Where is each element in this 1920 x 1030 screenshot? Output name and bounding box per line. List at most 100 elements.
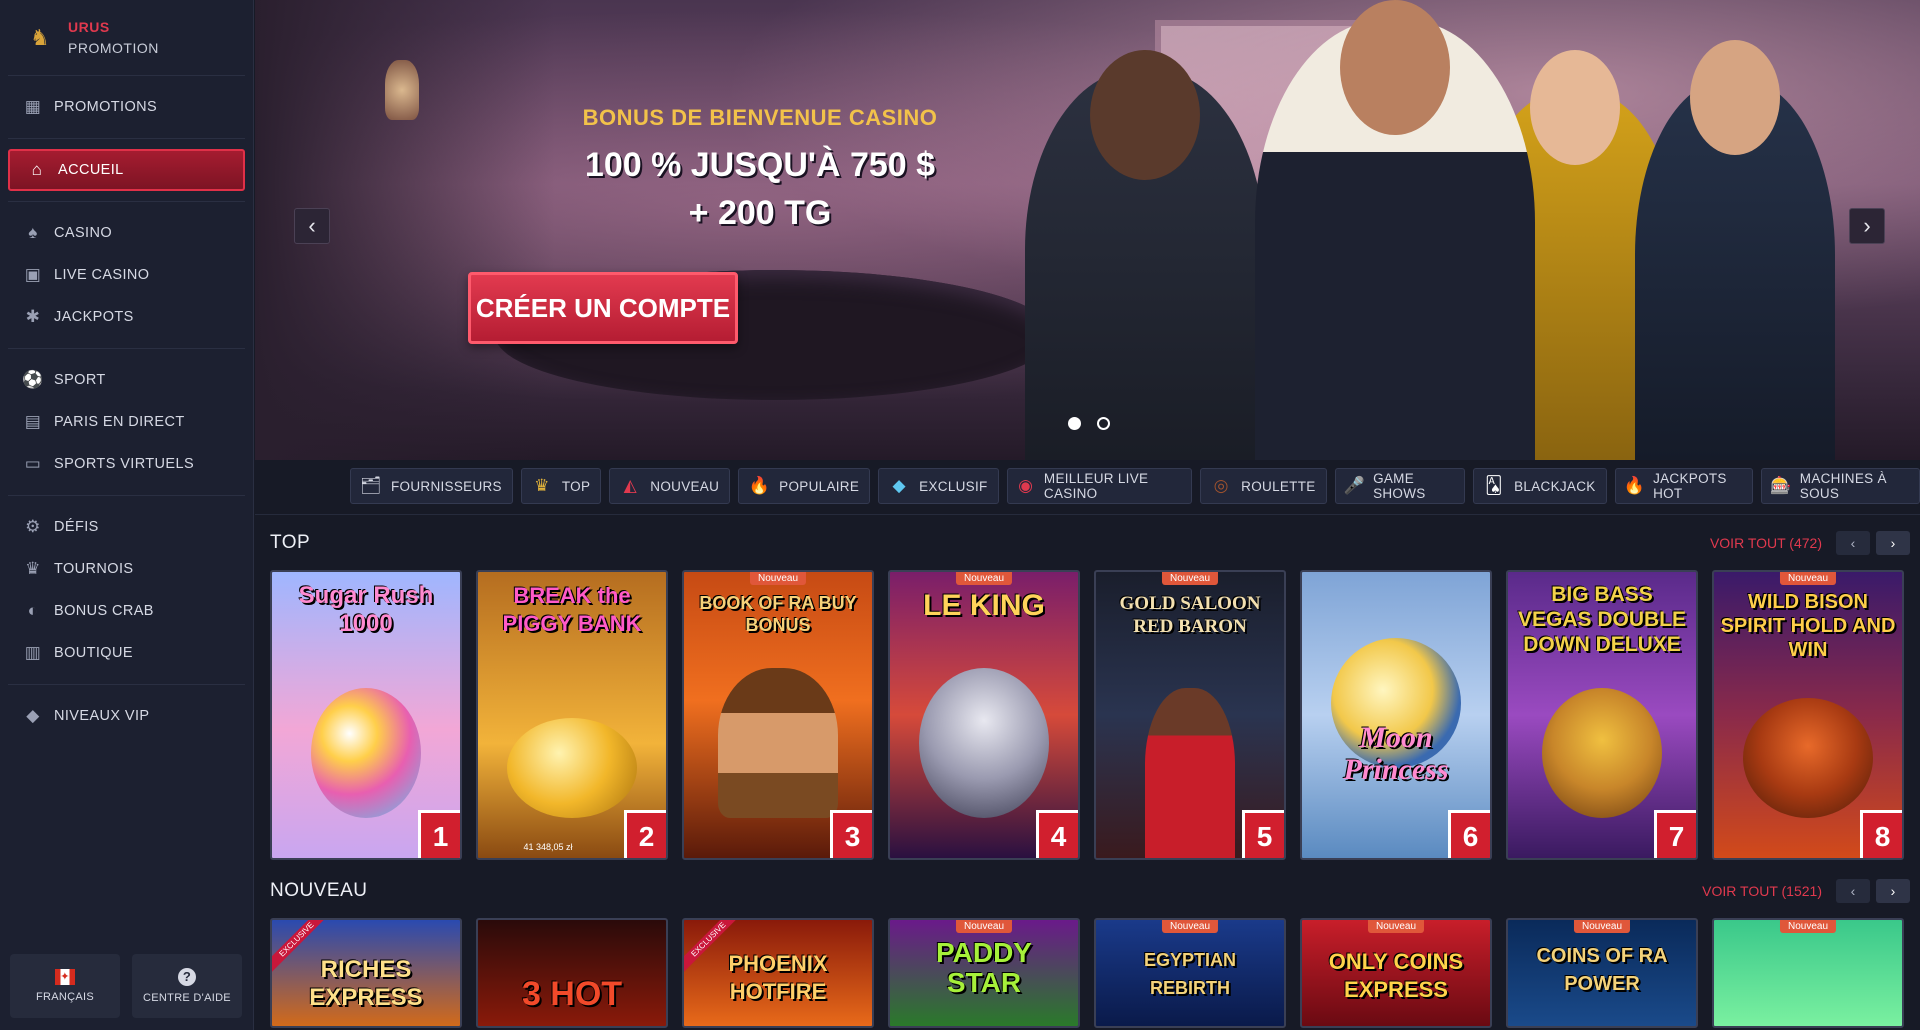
- game-tile[interactable]: Moon Princess 6: [1300, 570, 1492, 860]
- hero-next-button[interactable]: ›: [1849, 208, 1885, 244]
- category-blackjack[interactable]: 🂡 BLACKJACK: [1473, 468, 1607, 504]
- category-exclusif[interactable]: ◆ EXCLUSIF: [878, 468, 999, 504]
- divider: [8, 201, 245, 202]
- trophy-icon: ♛: [25, 559, 41, 578]
- sidebar-item-jackpots[interactable]: ✱ JACKPOTS: [0, 296, 253, 338]
- hero-subtitle: BONUS DE BIENVENUE CASINO: [582, 105, 938, 130]
- hero-title: 100 % JUSQU'À 750 $ + 200 TG: [584, 146, 936, 232]
- hero-text: BONUS DE BIENVENUE CASINO 100 % JUSQU'À …: [575, 105, 945, 237]
- hero-prev-button[interactable]: ‹: [294, 208, 330, 244]
- sidebar-item-sports-virtuels[interactable]: ▭ SPORTS VIRTUELS: [0, 443, 253, 485]
- category-label: ROULETTE: [1241, 478, 1316, 494]
- sidebar-item-accueil[interactable]: ⌂ ACCUEIL: [8, 149, 245, 191]
- game-tile[interactable]: Nouveau PADDY STAR: [888, 918, 1080, 1028]
- game-tile[interactable]: EXCLUSIVE RICHES EXPRESS: [270, 918, 462, 1028]
- game-tile[interactable]: Sugar Rush 1000 1: [270, 570, 462, 860]
- game-tile[interactable]: Nouveau EGYPTIAN REBIRTH: [1094, 918, 1286, 1028]
- category-bar: 🗂 FOURNISSEURS ♛ TOP ◭ NOUVEAU 🔥 POPULAIRE ◆…: [350, 468, 1920, 504]
- create-account-button[interactable]: CRÉER UN COMPTE: [468, 272, 738, 344]
- new-badge: Nouveau: [749, 572, 807, 585]
- game-tile[interactable]: Nouveau BOOK OF RA BUY BONUS 3: [682, 570, 874, 860]
- see-all-link[interactable]: VOIR TOUT (472): [1710, 535, 1822, 551]
- jackpot-amount: 41 348,05 zł: [523, 842, 573, 852]
- section-title: TOP: [270, 532, 311, 553]
- spade-icon: ♠: [28, 223, 38, 242]
- carousel-dot[interactable]: [1097, 417, 1110, 430]
- sidebar-item-label: SPORT: [54, 372, 106, 388]
- game-tile[interactable]: Nouveau COINS OF RA POWER: [1506, 918, 1698, 1028]
- scroll-left-button[interactable]: ‹: [1836, 879, 1870, 903]
- help-label: CENTRE D'AIDE: [143, 992, 231, 1004]
- category-jackpots-hot[interactable]: 🔥 JACKPOTS HOT: [1614, 468, 1754, 504]
- game-title: COINS OF RA POWER: [1536, 945, 1668, 995]
- cards-icon: 🂡: [1485, 476, 1503, 495]
- game-tile[interactable]: Nouveau: [1712, 918, 1904, 1028]
- explorer-image: [718, 668, 838, 818]
- new-badge: Nouveau: [1779, 920, 1837, 933]
- game-tile[interactable]: BIG BASS VEGAS DOUBLE DOWN DELUXE 7: [1506, 570, 1698, 860]
- category-fournisseurs[interactable]: 🗂 FOURNISSEURS: [350, 468, 513, 504]
- fire-icon: 🔥: [748, 476, 770, 495]
- sidebar-item-casino[interactable]: ♠ CASINO: [0, 212, 253, 254]
- rank-badge: 4: [1036, 810, 1078, 858]
- sidebar-item-label: ACCUEIL: [58, 162, 124, 178]
- game-tile[interactable]: Nouveau LE KING 4: [888, 570, 1080, 860]
- game-title: BOOK OF RA BUY BONUS: [699, 593, 857, 635]
- sidebar-item-boutique[interactable]: ▥ BOUTIQUE: [0, 632, 253, 674]
- category-roulette[interactable]: ◎ ROULETTE: [1200, 468, 1327, 504]
- chevron-right-icon: ›: [1863, 213, 1871, 238]
- category-nouveau[interactable]: ◭ NOUVEAU: [609, 468, 731, 504]
- sidebar-item-promotions[interactable]: ▦ PROMOTIONS: [0, 86, 253, 128]
- language-label: FRANÇAIS: [35, 991, 95, 1003]
- providers-icon: 🗂: [360, 476, 382, 495]
- sidebar-item-sport[interactable]: ⚽ SPORT: [0, 359, 253, 401]
- game-tile[interactable]: Nouveau ONLY COINS EXPRESS: [1300, 918, 1492, 1028]
- category-label: BLACKJACK: [1514, 478, 1596, 494]
- sidebar-item-live-casino[interactable]: ▣ LIVE CASINO: [0, 254, 253, 296]
- category-label: EXCLUSIF: [919, 478, 988, 494]
- game-tile[interactable]: BREAK the PIGGY BANK 41 348,05 zł 2: [476, 570, 668, 860]
- category-machines-a-sous[interactable]: 🎰 MACHINES À SOUS: [1761, 468, 1920, 504]
- sidebar-item-tournois[interactable]: ♛ TOURNOIS: [0, 548, 253, 590]
- divider: [8, 495, 245, 496]
- sidebar-item-label: BONUS CRAB: [54, 603, 154, 619]
- category-meilleur-live-casino[interactable]: ◉ MEILLEUR LIVE CASINO: [1006, 468, 1193, 504]
- game-tile[interactable]: 3 HOT: [476, 918, 668, 1028]
- scroll-left-button[interactable]: ‹: [1836, 531, 1870, 555]
- category-label: NOUVEAU: [650, 478, 720, 494]
- game-tile[interactable]: Nouveau WILD BISON SPIRIT HOLD AND WIN 8: [1712, 570, 1904, 860]
- raccoon-image: [919, 668, 1049, 818]
- sidebar-item-label: PARIS EN DIRECT: [54, 414, 185, 430]
- crown-icon: ♛: [534, 476, 550, 495]
- game-tile[interactable]: Nouveau GOLD SALOON RED BARON 5: [1094, 570, 1286, 860]
- category-label: POPULAIRE: [779, 478, 860, 494]
- dealer-image: [1145, 688, 1235, 858]
- hero-banner[interactable]: BONUS DE BIENVENUE CASINO 100 % JUSQU'À …: [255, 0, 1920, 460]
- category-populaire[interactable]: 🔥 POPULAIRE: [738, 468, 871, 504]
- canada-flag-icon: [55, 969, 75, 985]
- rank-badge: 6: [1448, 810, 1490, 858]
- home-icon: ⌂: [31, 160, 43, 179]
- shop-icon: ▥: [24, 643, 42, 662]
- category-top[interactable]: ♛ TOP: [520, 468, 602, 504]
- game-tile[interactable]: EXCLUSIVE PHOENIX HOTFIRE: [682, 918, 874, 1028]
- chevron-left-icon: ‹: [308, 213, 316, 238]
- sidebar-item-niveaux-vip[interactable]: ◆ NIVEAUX VIP: [0, 695, 253, 737]
- new-icon: ◭: [623, 476, 637, 495]
- rank-badge: 1: [418, 810, 460, 858]
- scroll-right-button[interactable]: ›: [1876, 879, 1910, 903]
- sidebar-item-paris-en-direct[interactable]: ▤ PARIS EN DIRECT: [0, 401, 253, 443]
- category-game-shows[interactable]: 🎤 GAME SHOWS: [1334, 468, 1466, 504]
- brand-logo[interactable]: ♞ URUS PROMOTION: [8, 0, 245, 76]
- gumball-machine-image: [311, 688, 421, 818]
- new-badge: Nouveau: [955, 572, 1013, 585]
- language-button[interactable]: FRANÇAIS: [10, 954, 120, 1018]
- rank-badge: 2: [624, 810, 666, 858]
- see-all-link[interactable]: VOIR TOUT (1521): [1702, 883, 1822, 899]
- scroll-right-button[interactable]: ›: [1876, 531, 1910, 555]
- sidebar-item-bonus-crab[interactable]: ◐ BONUS CRAB: [0, 590, 253, 632]
- chevron-right-icon: ›: [1890, 883, 1896, 899]
- carousel-dot-active[interactable]: [1068, 417, 1081, 430]
- help-center-button[interactable]: ? CENTRE D'AIDE: [132, 954, 242, 1018]
- sidebar-item-defis[interactable]: ⚙ DÉFIS: [0, 506, 253, 548]
